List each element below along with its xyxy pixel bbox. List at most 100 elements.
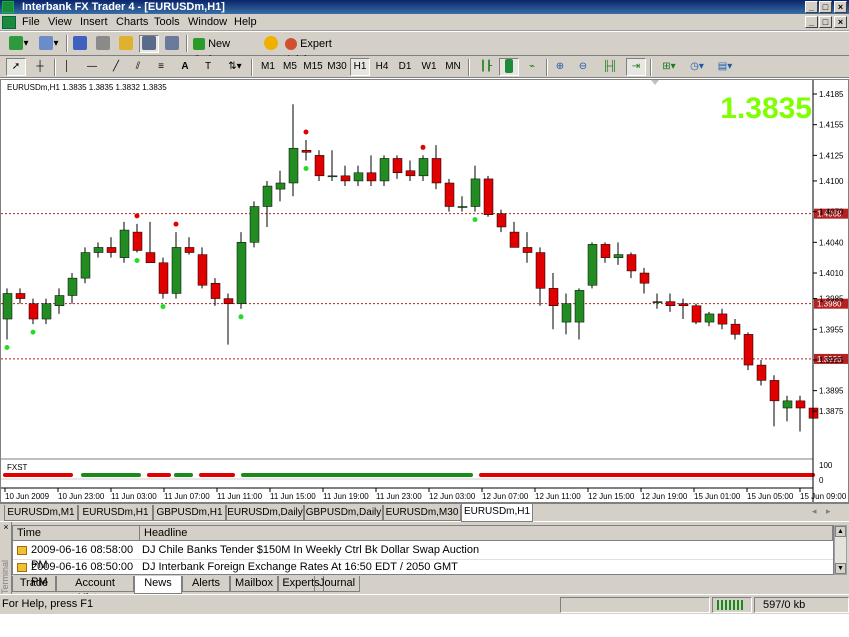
maximize-button[interactable]: □ — [819, 1, 832, 13]
menu-file[interactable]: File — [22, 16, 40, 29]
chart-tab[interactable]: EURUSDm,M30 — [383, 505, 461, 521]
timeframe-h4[interactable]: H4 — [372, 58, 392, 76]
column-headline[interactable]: Headline — [140, 526, 833, 541]
timeframe-h1[interactable]: H1 — [350, 58, 370, 76]
terminal-tab-mailbox[interactable]: Mailbox — [230, 576, 278, 592]
terminal-tab-journal[interactable]: Journal — [314, 576, 360, 592]
terminal-tab-trade[interactable]: Trade — [12, 576, 56, 592]
clock-icon: ◷▾ — [690, 61, 704, 72]
price-chart[interactable]: 1.40681.39801.3926 1.41851.41551.41251.4… — [1, 80, 848, 502]
menu-charts[interactable]: Charts — [116, 16, 148, 29]
cursor-tool[interactable]: ➚ — [6, 58, 26, 76]
chart-tabs: EURUSDm,M1 EURUSDm,H1 GBPUSDm,H1 EURUSDm,Da… — [0, 503, 849, 522]
new-chart-button[interactable]: ▾ — [6, 35, 32, 53]
data-window-button[interactable] — [116, 35, 136, 53]
vertical-line-tool[interactable]: │ — [58, 58, 76, 76]
app-icon — [2, 1, 14, 13]
close-button[interactable]: × — [834, 1, 847, 13]
profiles-button[interactable]: ▾ — [36, 35, 62, 53]
x-tick-label: 11 Jun 19:00 — [323, 492, 369, 501]
news-scrollbar[interactable]: ▲ ▼ — [834, 525, 847, 575]
buy-signal-dot — [4, 344, 10, 350]
chart-tab[interactable]: EURUSDm,M1 — [4, 505, 78, 521]
news-headline: DJ Chile Banks Tender $150M In Weekly Ct… — [142, 544, 480, 556]
chart-tab[interactable]: GBPUSDm,Daily — [304, 505, 383, 521]
x-tick-label: 12 Jun 15:00 — [588, 492, 635, 501]
indicators-button[interactable]: ⊞▾ — [656, 58, 682, 76]
timeframe-w1[interactable]: W1 — [418, 58, 440, 76]
cursor-icon: ➚ — [11, 61, 21, 72]
periods-button[interactable]: ◷▾ — [684, 58, 710, 76]
menu-window[interactable]: Window — [188, 16, 227, 29]
column-time[interactable]: Time — [13, 526, 140, 541]
menu-tools[interactable]: Tools — [154, 16, 180, 29]
chart-tab[interactable]: EURUSDm,Daily — [226, 505, 304, 521]
news-row[interactable]: 2009-06-16 08:58:00 PM DJ Chile Banks Te… — [13, 543, 833, 571]
templates-button[interactable]: ▤▾ — [712, 58, 738, 76]
fibonacci-tool[interactable]: ≡ — [150, 58, 172, 76]
candle-body — [717, 313, 728, 325]
chart-tab[interactable]: GBPUSDm,H1 — [153, 505, 226, 521]
market-watch-button[interactable] — [70, 35, 90, 53]
timeframe-m30[interactable]: M30 — [326, 58, 348, 76]
line-chart-button[interactable]: ⌁ — [522, 58, 542, 76]
timeframe-m1[interactable]: M1 — [258, 58, 278, 76]
doc-restore-button[interactable]: □ — [819, 16, 832, 28]
arrows-icon: ⇅▾ — [228, 61, 242, 72]
candle-body — [652, 301, 663, 303]
arrows-tool[interactable]: ⇅▾ — [222, 58, 248, 76]
timeframe-m5[interactable]: M5 — [280, 58, 300, 76]
autoscroll-button[interactable]: ⇥ — [626, 58, 646, 76]
menu-view[interactable]: View — [48, 16, 72, 29]
navigator-button[interactable] — [93, 35, 113, 53]
strategy-tester-button[interactable] — [162, 35, 182, 53]
label-tool[interactable]: T — [198, 58, 218, 76]
minimize-button[interactable]: _ — [805, 1, 818, 13]
terminal-tab-account-history[interactable]: Account History — [56, 576, 134, 604]
terminal-tab-alerts[interactable]: Alerts — [182, 576, 230, 592]
terminal-close-icon[interactable]: × — [1, 523, 11, 533]
doc-close-button[interactable]: × — [834, 16, 847, 28]
timeframe-d1[interactable]: D1 — [394, 58, 416, 76]
timeframe-mn[interactable]: MN — [442, 58, 464, 76]
chart-tab[interactable]: EURUSDm,H1 — [78, 505, 153, 521]
channel-tool[interactable]: ⫽ — [128, 58, 148, 76]
horizontal-line-tool[interactable]: — — [82, 58, 102, 76]
terminal-button[interactable] — [139, 35, 159, 53]
news-row[interactable]: 2009-06-16 08:50:00 PM DJ Interbank Fore… — [13, 559, 833, 588]
terminal-tab-news[interactable]: News — [134, 576, 182, 594]
x-tick-label: 11 Jun 23:00 — [376, 492, 422, 501]
y-tick-label: 1.4040 — [819, 238, 844, 247]
document-icon[interactable] — [2, 16, 16, 29]
menu-help[interactable]: Help — [234, 16, 257, 29]
chart-window[interactable]: 1.4068 1.3980 1.3926 1.4185 1.4155 1.4125 1.4… — [0, 79, 849, 503]
crosshair-tool[interactable]: ┼ — [30, 58, 50, 76]
indicators-icon: ⊞▾ — [662, 61, 676, 72]
indicator-name: FXST — [7, 463, 28, 472]
new-order-button[interactable]: New Order — [192, 35, 258, 66]
candlestick-button[interactable] — [499, 58, 519, 76]
zoom-out-button[interactable]: ⊖ — [573, 58, 593, 76]
chart-shift-marker[interactable] — [651, 80, 659, 85]
candle-body — [197, 254, 208, 286]
trendline-tool[interactable]: ╱ — [106, 58, 126, 76]
chart-header: EURUSDm,H1 1.3835 1.3835 1.3832 1.3835 — [7, 83, 167, 92]
zoom-in-button[interactable]: ⊕ — [550, 58, 570, 76]
timeframe-m15[interactable]: M15 — [302, 58, 324, 76]
candle-body — [691, 305, 702, 323]
scroll-down-icon[interactable]: ▼ — [835, 563, 846, 574]
metaeditor-button[interactable] — [262, 35, 280, 53]
candle-body — [743, 334, 754, 366]
chart-tab[interactable]: EURUSDm,H1 — [461, 504, 533, 522]
expert-advisors-icon — [285, 38, 297, 51]
bar-chart-button[interactable]: ┃┠ — [476, 58, 496, 76]
scroll-up-icon[interactable]: ▲ — [835, 526, 846, 537]
tile-windows-button[interactable]: ╟╢ — [600, 58, 620, 76]
expert-advisors-button[interactable]: Expert Advisors — [284, 35, 372, 66]
terminal-tabs: TradeAccount HistoryNewsAlertsMailboxExp… — [12, 576, 849, 604]
menu-insert[interactable]: Insert — [80, 16, 108, 29]
tab-scroll-right-icon[interactable]: ▸ — [826, 506, 831, 517]
tab-scroll-left-icon[interactable]: ◂ — [812, 506, 817, 517]
text-tool[interactable]: A — [176, 58, 194, 76]
doc-minimize-button[interactable]: _ — [805, 16, 818, 28]
